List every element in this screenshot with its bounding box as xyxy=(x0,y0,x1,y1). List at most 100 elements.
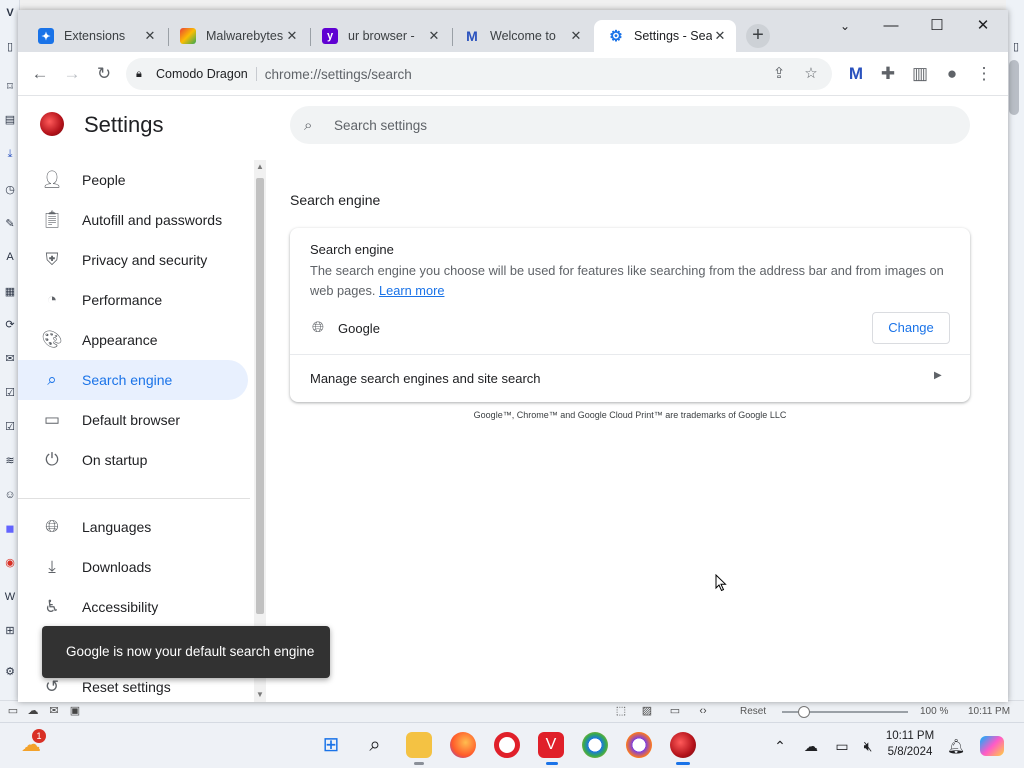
code-icon[interactable]: ‹› xyxy=(696,705,710,718)
bookmark-icon[interactable]: ⌑ xyxy=(3,80,17,94)
forward-icon[interactable]: → xyxy=(60,62,84,86)
share-icon[interactable]: ⇪ xyxy=(768,63,790,85)
search-icon[interactable]: ⌕ xyxy=(362,732,388,758)
notification-bell-icon[interactable]: 🔔︎ xyxy=(946,736,966,756)
background-scrollbar-thumb[interactable] xyxy=(1009,60,1019,115)
display-icon[interactable]: ▭ xyxy=(832,736,852,756)
screenshot-icon[interactable]: ⬚ xyxy=(614,705,628,718)
chevron-up-icon[interactable]: ⌃ xyxy=(770,736,790,756)
malwarebytes-extension-icon[interactable]: M xyxy=(844,62,868,86)
translate-icon[interactable]: A xyxy=(3,250,17,264)
history-icon[interactable]: ◷ xyxy=(3,183,17,197)
nav-item-accessibility[interactable]: ♿︎ Accessibility xyxy=(18,587,248,627)
checkbox-icon[interactable]: ☑ xyxy=(3,420,17,434)
sidebar-scrollbar[interactable]: ▲ ▼ xyxy=(254,160,266,702)
nav-item-people[interactable]: 👤︎ People xyxy=(18,160,248,200)
chrome-like-browser-icon[interactable] xyxy=(582,732,608,758)
tile-icon[interactable]: ▭ xyxy=(668,705,682,718)
maximize-icon[interactable]: ☐ xyxy=(914,12,960,40)
tab-welcome[interactable]: M Welcome to ✕ xyxy=(450,20,592,52)
scroll-up-icon[interactable]: ▲ xyxy=(254,162,266,171)
learn-more-link[interactable]: Learn more xyxy=(379,283,444,298)
search-settings-box[interactable]: ⌕ xyxy=(290,106,970,144)
mail-icon[interactable]: ✉ xyxy=(3,352,17,366)
tab-search-icon[interactable]: ⌄ xyxy=(822,12,868,40)
address-bar[interactable]: 🔒︎ Comodo Dragon chrome://settings/searc… xyxy=(126,58,832,90)
minimize-icon[interactable]: — xyxy=(868,12,914,40)
notification-badge: 1 xyxy=(32,729,46,743)
close-tab-icon[interactable]: ✕ xyxy=(568,28,584,44)
close-tab-icon[interactable]: ✕ xyxy=(712,28,728,44)
cloud-icon[interactable]: ☁ xyxy=(26,705,40,718)
vivaldi-icon[interactable]: V xyxy=(538,732,564,758)
close-tab-icon[interactable]: ✕ xyxy=(284,28,300,44)
opera-icon[interactable] xyxy=(494,732,520,758)
vivaldi-icon[interactable]: ◉ xyxy=(3,556,17,570)
comodo-dragon-icon[interactable] xyxy=(670,732,696,758)
menu-kebab-icon[interactable]: ⋮ xyxy=(972,62,996,86)
settings-gear-icon[interactable]: ⚙ xyxy=(3,665,17,679)
zoom-reset-label[interactable]: Reset xyxy=(740,706,766,717)
panel-icon[interactable]: ▯ xyxy=(3,40,17,54)
nav-item-languages[interactable]: 🌐︎ Languages xyxy=(18,507,248,547)
panel-icon[interactable]: ▭ xyxy=(6,705,20,718)
nav-item-performance[interactable]: ◔ Performance xyxy=(18,280,248,320)
clock-date[interactable]: 5/8/2024 xyxy=(880,746,940,758)
scroll-down-icon[interactable]: ▼ xyxy=(254,690,266,699)
nav-item-search-engine[interactable]: ⌕ Search engine xyxy=(18,360,248,400)
windows-start-icon[interactable]: ⊞ xyxy=(318,732,344,758)
feed-icon[interactable]: ≋ xyxy=(3,454,17,468)
contacts-icon[interactable]: ☺ xyxy=(3,488,17,502)
file-explorer-icon[interactable] xyxy=(406,732,432,758)
mail-icon[interactable]: ✉ xyxy=(47,705,61,718)
lock-icon[interactable]: 🔒︎ xyxy=(136,68,148,81)
nav-item-autofill[interactable]: 📋︎ Autofill and passwords xyxy=(18,200,248,240)
wikipedia-icon[interactable]: W xyxy=(3,590,17,604)
manage-search-engines-row[interactable]: Manage search engines and site search ▶ xyxy=(290,355,970,402)
nav-item-on-startup[interactable]: ⏻ On startup xyxy=(18,440,248,480)
new-tab-button[interactable]: + xyxy=(746,24,770,48)
download-icon[interactable]: ⤓ xyxy=(3,147,17,161)
tab-settings[interactable]: ⚙ Settings - Sea ✕ xyxy=(594,20,736,52)
firefox-icon[interactable] xyxy=(450,732,476,758)
add-panel-icon[interactable]: ⊞ xyxy=(3,624,17,638)
sync-icon[interactable]: ⟳ xyxy=(3,318,17,332)
close-tab-icon[interactable]: ✕ xyxy=(142,28,158,44)
profile-icon[interactable]: ● xyxy=(940,62,964,86)
search-settings-input[interactable] xyxy=(334,117,934,133)
change-button[interactable]: Change xyxy=(872,312,950,344)
copilot-icon[interactable] xyxy=(980,736,1004,756)
zoom-slider-handle[interactable] xyxy=(798,706,810,718)
close-tab-icon[interactable]: ✕ xyxy=(426,28,442,44)
calendar-icon[interactable]: ▦ xyxy=(3,285,17,299)
browser-icon[interactable] xyxy=(626,732,652,758)
reader-icon[interactable]: ▤ xyxy=(3,113,17,127)
mastodon-icon[interactable]: ◼ xyxy=(3,522,17,536)
side-panel-icon[interactable]: ▥ xyxy=(908,62,932,86)
cloud-sync-icon[interactable]: ☁ xyxy=(801,736,821,756)
nav-item-default-browser[interactable]: ▭ Default browser xyxy=(18,400,248,440)
back-icon[interactable]: ← xyxy=(28,62,52,86)
nav-item-privacy[interactable]: ⛨ Privacy and security xyxy=(18,240,248,280)
site-chip[interactable]: Comodo Dragon xyxy=(156,67,257,81)
nav-item-appearance[interactable]: 🎨︎ Appearance xyxy=(18,320,248,360)
extensions-puzzle-icon[interactable]: ✚ xyxy=(876,62,900,86)
close-window-icon[interactable]: ✕ xyxy=(960,12,1006,40)
panel-toggle-icon[interactable]: ▯ xyxy=(1009,40,1023,54)
url-text[interactable]: chrome://settings/search xyxy=(265,67,768,82)
reload-icon[interactable]: ↻ xyxy=(92,62,116,86)
nav-item-downloads[interactable]: ⤓ Downloads xyxy=(18,547,248,587)
tasks-icon[interactable]: ☑ xyxy=(3,386,17,400)
sidebar-scroll-thumb[interactable] xyxy=(256,178,264,614)
image-icon[interactable]: ▨ xyxy=(640,705,654,718)
notes-icon[interactable]: ✎ xyxy=(3,217,17,231)
tab-ur-browser[interactable]: y ur browser - ✕ xyxy=(308,20,450,52)
person-icon: 👤︎ xyxy=(41,170,63,189)
volume-muted-icon[interactable]: 🔇︎ xyxy=(858,736,878,756)
tab-malwarebytes[interactable]: Malwarebytes ✕ xyxy=(166,20,308,52)
clock-time[interactable]: 10:11 PM xyxy=(880,730,940,742)
nav-label: Downloads xyxy=(82,559,152,575)
bookmark-star-icon[interactable]: ☆ xyxy=(800,63,822,85)
window-icon[interactable]: ▣ xyxy=(68,705,82,718)
tab-extensions[interactable]: ✦ Extensions ✕ xyxy=(24,20,166,52)
